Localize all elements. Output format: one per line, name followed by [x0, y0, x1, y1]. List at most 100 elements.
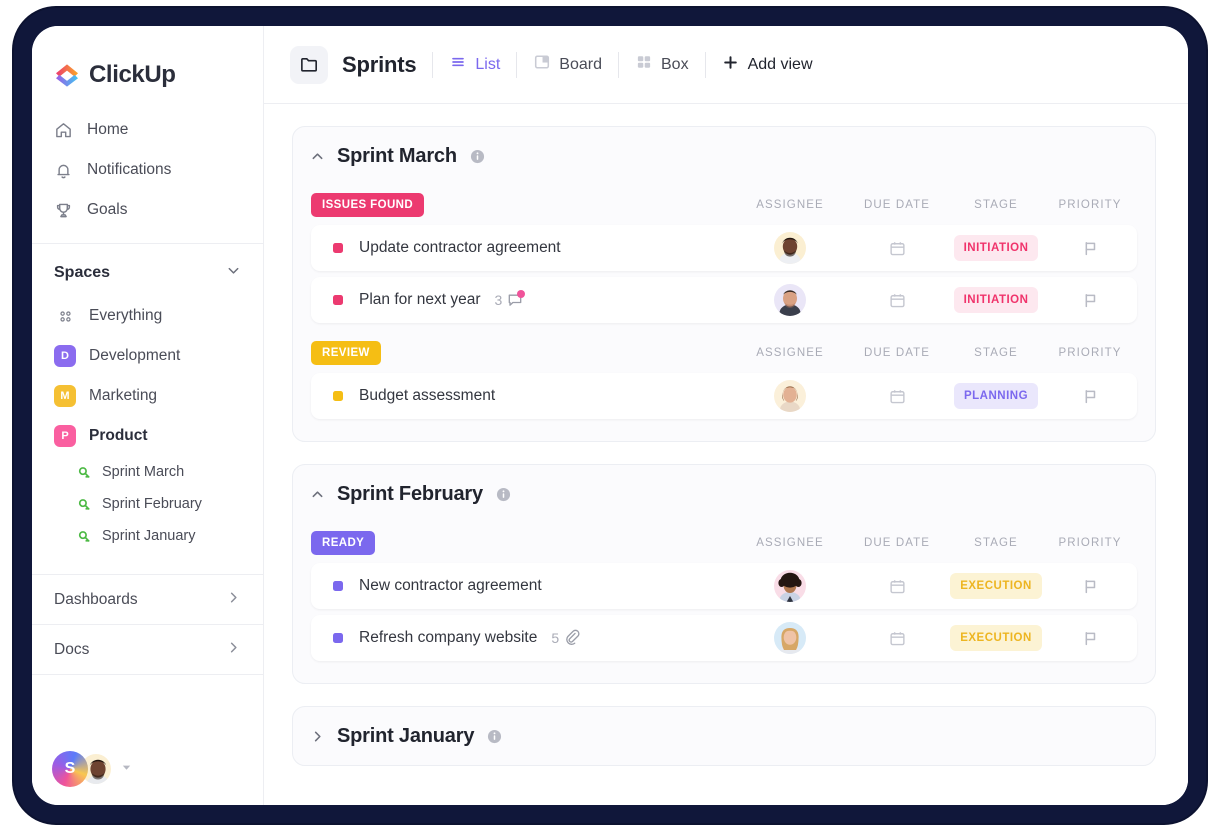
spaces-header[interactable]: Spaces: [32, 250, 263, 296]
stage-cell[interactable]: EXECUTION: [949, 573, 1043, 599]
column-header-due-date: DUE DATE: [863, 537, 931, 549]
tab-list[interactable]: List: [449, 53, 500, 76]
stage-cell[interactable]: INITIATION: [949, 287, 1043, 313]
comment-count[interactable]: 3: [494, 290, 526, 308]
stage-cell[interactable]: EXECUTION: [949, 625, 1043, 651]
assignee-cell[interactable]: [735, 570, 845, 602]
status-badge[interactable]: ISSUES FOUND: [311, 193, 425, 217]
chevron-up-icon[interactable]: [311, 488, 324, 501]
status-dot-icon: [333, 581, 343, 591]
status-badge[interactable]: REVIEW: [311, 341, 381, 365]
attachment-count[interactable]: 5: [551, 629, 580, 648]
status-badge[interactable]: READY: [311, 531, 376, 555]
due-date-cell[interactable]: [845, 577, 949, 596]
attachment-icon: [564, 629, 580, 648]
row-cells: INITIATION: [735, 232, 1137, 264]
stage-badge: EXECUTION: [950, 625, 1042, 651]
due-date-cell[interactable]: [845, 291, 949, 310]
assignee-cell[interactable]: [735, 380, 845, 412]
user-menu-caret-icon[interactable]: [121, 760, 132, 778]
priority-cell[interactable]: [1043, 629, 1137, 648]
sidebar-item-label: Home: [87, 121, 129, 138]
info-icon[interactable]: [470, 149, 485, 164]
due-date-cell[interactable]: [845, 387, 949, 406]
workspace-avatar[interactable]: S: [52, 751, 88, 787]
row-cells: INITIATION: [735, 284, 1137, 316]
unread-dot-icon: [517, 290, 526, 298]
task-name: Plan for next year: [359, 291, 481, 308]
tab-board[interactable]: Board: [533, 53, 602, 76]
app-frame: ClickUp Home Notifications Goals Spaces …: [14, 8, 1206, 823]
table-row[interactable]: Refresh company website 5 EXECUTION: [311, 615, 1137, 661]
list-content: Sprint March ISSUES FOUND ASSIGNEE DUE D…: [264, 104, 1188, 805]
sprint-header[interactable]: Sprint February: [311, 465, 1137, 523]
sidebar-item-home[interactable]: Home: [32, 110, 263, 150]
folder-icon[interactable]: [290, 45, 328, 84]
sidebar-item-development[interactable]: D Development: [32, 336, 263, 376]
sidebar-item-label: Sprint February: [102, 496, 202, 512]
info-icon[interactable]: [496, 487, 511, 502]
avatar: [774, 622, 806, 654]
sidebar-item-docs[interactable]: Docs: [32, 624, 263, 674]
column-header-stage: STAGE: [974, 537, 1018, 549]
sidebar-item-notifications[interactable]: Notifications: [32, 150, 263, 190]
column-headers: ASSIGNEE DUE DATE STAGE PRIORITY: [735, 199, 1137, 211]
info-icon[interactable]: [487, 729, 502, 744]
sprint-icon: [76, 464, 92, 480]
stage-cell[interactable]: PLANNING: [949, 383, 1043, 409]
sidebar-item-goals[interactable]: Goals: [32, 190, 263, 230]
add-view-button[interactable]: Add view: [722, 54, 813, 76]
assignee-cell[interactable]: [735, 284, 845, 316]
avatar: [774, 380, 806, 412]
brand-name: ClickUp: [89, 61, 176, 88]
assignee-cell[interactable]: [735, 622, 845, 654]
status-dot-icon: [333, 391, 343, 401]
assignee-cell[interactable]: [735, 232, 845, 264]
priority-cell[interactable]: [1043, 239, 1137, 258]
sidebar-item-label: Marketing: [89, 387, 158, 404]
table-row[interactable]: Budget assessment PLANNING: [311, 373, 1137, 419]
home-icon: [54, 121, 73, 140]
chevron-up-icon[interactable]: [311, 150, 324, 163]
sidebar-item-label: Everything: [89, 307, 163, 324]
priority-cell[interactable]: [1043, 387, 1137, 406]
sidebar-item-marketing[interactable]: M Marketing: [32, 376, 263, 416]
bell-icon: [54, 161, 73, 180]
priority-cell[interactable]: [1043, 577, 1137, 596]
table-row[interactable]: Update contractor agreement INITIATION: [311, 225, 1137, 271]
sidebar-item-product[interactable]: P Product: [32, 416, 263, 456]
column-header-due-date: DUE DATE: [863, 347, 931, 359]
stage-cell[interactable]: INITIATION: [949, 235, 1043, 261]
due-date-cell[interactable]: [845, 629, 949, 648]
table-row[interactable]: Plan for next year 3 INITIATION: [311, 277, 1137, 323]
due-date-cell[interactable]: [845, 239, 949, 258]
sidebar-item-label: Sprint January: [102, 528, 196, 544]
sidebar-item-sprint-january[interactable]: Sprint January: [32, 520, 263, 552]
sprint-card-january: Sprint January: [292, 706, 1156, 766]
sidebar-item-dashboards[interactable]: Dashboards: [32, 574, 263, 624]
topbar: Sprints List Board Box Add view: [264, 26, 1188, 104]
sprint-header[interactable]: Sprint March: [311, 127, 1137, 185]
task-name: Update contractor agreement: [359, 239, 561, 256]
row-cells: EXECUTION: [735, 622, 1137, 654]
sprint-title: Sprint March: [337, 144, 457, 167]
chevron-down-icon[interactable]: [226, 263, 241, 283]
tab-box[interactable]: Box: [635, 53, 689, 76]
sidebar-item-label: Goals: [87, 201, 128, 218]
sidebar-item-everything[interactable]: Everything: [32, 296, 263, 336]
chevron-right-icon[interactable]: [311, 730, 324, 743]
sidebar-item-sprint-february[interactable]: Sprint February: [32, 488, 263, 520]
sidebar-item-label: Docs: [54, 640, 90, 658]
status-dot-icon: [333, 633, 343, 643]
sprint-title: Sprint February: [337, 482, 483, 505]
attachment-count-value: 5: [551, 630, 560, 646]
page-title: Sprints: [342, 51, 417, 77]
priority-cell[interactable]: [1043, 291, 1137, 310]
sprint-header[interactable]: Sprint January: [311, 707, 1137, 765]
separator: [704, 51, 706, 78]
table-row[interactable]: New contractor agreement EXECUTION: [311, 563, 1137, 609]
chevron-right-icon: [226, 590, 241, 610]
sidebar-item-label: Notifications: [87, 161, 172, 178]
sidebar-item-sprint-march[interactable]: Sprint March: [32, 456, 263, 488]
row-cells: EXECUTION: [735, 570, 1137, 602]
